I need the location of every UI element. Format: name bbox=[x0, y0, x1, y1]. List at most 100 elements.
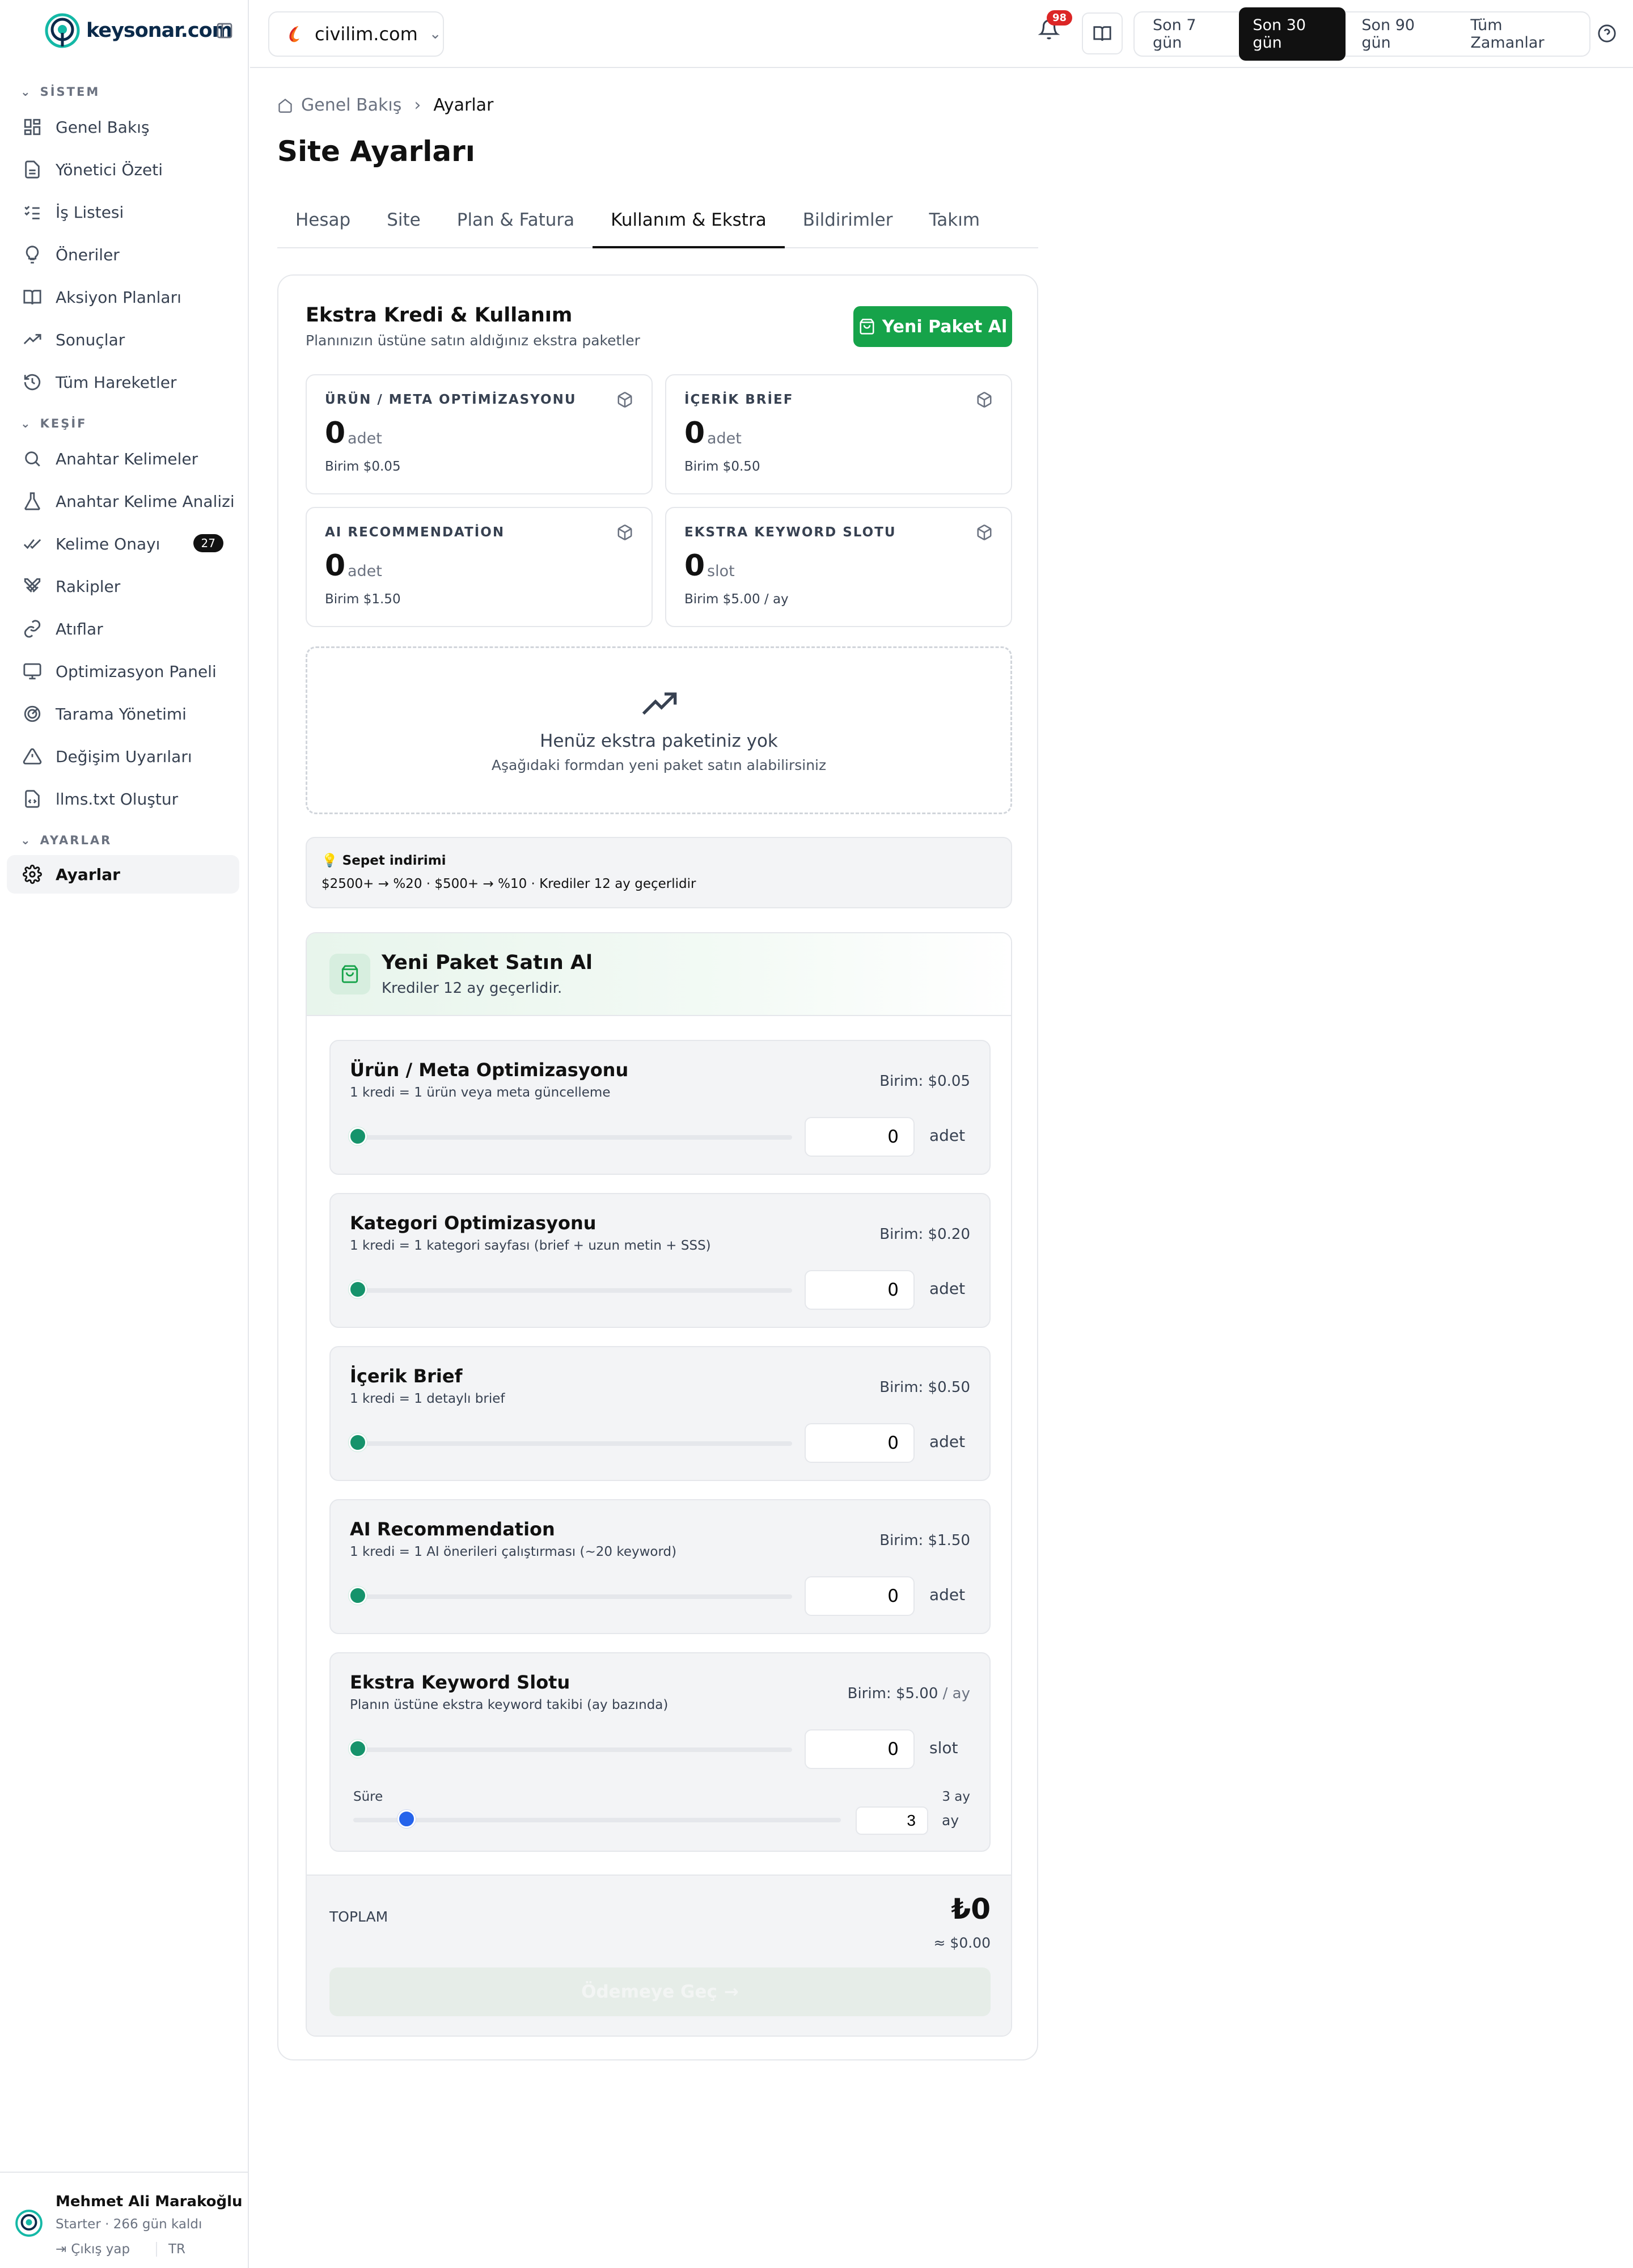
section-settings[interactable]: ⌄ AYARLAR bbox=[20, 833, 112, 847]
tab-notifications[interactable]: Bildirimler bbox=[785, 197, 911, 248]
duration-input[interactable] bbox=[856, 1806, 928, 1835]
arrow-right-icon: → bbox=[724, 1982, 739, 2002]
quantity-input[interactable] bbox=[805, 1576, 915, 1616]
site-name: civilim.com bbox=[315, 23, 418, 45]
range-7-days[interactable]: Son 7 gün bbox=[1139, 7, 1237, 61]
sidebar-item-llms-txt[interactable]: llms.txt Oluştur bbox=[7, 780, 239, 818]
avatar bbox=[15, 2209, 43, 2237]
tab-plan-billing[interactable]: Plan & Fatura bbox=[439, 197, 593, 248]
sonar-logo-icon bbox=[44, 12, 81, 49]
sidebar-item-crawl-management[interactable]: Tarama Yönetimi bbox=[7, 695, 239, 733]
slider-thumb[interactable] bbox=[349, 1127, 367, 1145]
user-panel: Mehmet Ali Marakoğlu Starter · 266 gün k… bbox=[0, 2172, 249, 2268]
chevron-right-icon: › bbox=[414, 95, 421, 115]
buy-item-ai-recommendation: AI Recommendation 1 kredi = 1 AI önerile… bbox=[329, 1499, 991, 1634]
breadcrumb-home[interactable]: Genel Bakış bbox=[301, 95, 401, 115]
duration-slider[interactable] bbox=[353, 1810, 841, 1828]
quantity-input[interactable] bbox=[805, 1270, 915, 1310]
sidebar-item-keywords[interactable]: Anahtar Kelimeler bbox=[7, 439, 239, 478]
tab-usage-extra[interactable]: Kullanım & Ekstra bbox=[593, 197, 785, 248]
quantity-input[interactable] bbox=[805, 1423, 915, 1463]
tab-team[interactable]: Takım bbox=[911, 197, 998, 248]
logout-link[interactable]: ⇥ Çıkış yap bbox=[56, 2242, 130, 2257]
help-icon[interactable] bbox=[1597, 24, 1617, 43]
chevron-down-icon: ⌄ bbox=[20, 417, 32, 430]
sidebar-item-change-alerts[interactable]: Değişim Uyarıları bbox=[7, 737, 239, 776]
sidebar-collapse-icon[interactable] bbox=[215, 22, 234, 40]
quantity-input[interactable] bbox=[805, 1729, 915, 1769]
quantity-slider[interactable] bbox=[349, 1586, 792, 1605]
quantity-slider[interactable] bbox=[349, 1433, 792, 1452]
section-discovery[interactable]: ⌄ KEŞİF bbox=[20, 417, 87, 430]
docs-button[interactable] bbox=[1082, 12, 1123, 54]
section-system[interactable]: ⌄ SİSTEM bbox=[20, 85, 100, 99]
site-selector[interactable]: civilim.com ⌄ bbox=[268, 11, 444, 57]
tab-account[interactable]: Hesap bbox=[277, 197, 369, 248]
range-30-days[interactable]: Son 30 gün bbox=[1239, 7, 1346, 61]
slider-thumb[interactable] bbox=[349, 1280, 367, 1298]
page-title: Site Ayarları bbox=[277, 135, 475, 168]
discount-title: 💡 Sepet indirimi bbox=[321, 853, 446, 868]
package-icon bbox=[616, 391, 633, 408]
sidebar-item-keyword-analysis[interactable]: Anahtar Kelime Analizi bbox=[7, 482, 239, 521]
sidebar-item-results[interactable]: Sonuçlar bbox=[7, 320, 239, 359]
sidebar-item-task-list[interactable]: İş Listesi bbox=[7, 193, 239, 231]
sidebar-item-suggestions[interactable]: Öneriler bbox=[7, 235, 239, 274]
swords-icon bbox=[24, 578, 41, 593]
buy-title: Yeni Paket Satın Al bbox=[382, 951, 593, 974]
sidebar-item-optimization-panel[interactable]: Optimizasyon Paneli bbox=[7, 652, 239, 691]
user-plan: Starter · 266 gün kaldı bbox=[56, 2217, 202, 2232]
sidebar-item-citations[interactable]: Atıflar bbox=[7, 610, 239, 648]
quantity-slider[interactable] bbox=[349, 1280, 792, 1298]
language-switch[interactable]: TR bbox=[156, 2242, 185, 2257]
home-icon bbox=[277, 98, 293, 113]
buy-header: Yeni Paket Satın Al Krediler 12 ay geçer… bbox=[307, 933, 1011, 1016]
sidebar-item-executive-summary[interactable]: Yönetici Özeti bbox=[7, 150, 239, 189]
settings-tabs: Hesap Site Plan & Fatura Kullanım & Ekst… bbox=[277, 197, 1038, 248]
package-icon bbox=[976, 391, 993, 408]
user-name: Mehmet Ali Marakoğlu bbox=[56, 2193, 243, 2210]
range-all-time[interactable]: Tüm Zamanlar bbox=[1457, 7, 1585, 61]
total-try: ₺0 bbox=[951, 1893, 991, 1926]
package-icon bbox=[976, 524, 993, 541]
grid-icon bbox=[24, 119, 41, 136]
quantity-input[interactable] bbox=[805, 1117, 915, 1157]
quantity-slider[interactable] bbox=[349, 1740, 792, 1758]
sidebar-item-settings[interactable]: Ayarlar bbox=[7, 855, 239, 894]
book-open-icon bbox=[1093, 26, 1111, 41]
proceed-to-payment-button[interactable]: Ödemeye Geç → bbox=[329, 1967, 991, 2016]
alert-triangle-icon bbox=[23, 748, 42, 765]
slider-thumb[interactable] bbox=[349, 1433, 367, 1452]
discount-info: 💡 Sepet indirimi $2500+ → %20 · $500+ → … bbox=[306, 837, 1012, 908]
total-section: TOPLAM ₺0 ≈ $0.00 Ödemeye Geç → bbox=[307, 1875, 1011, 2036]
breadcrumb: Genel Bakış › Ayarlar bbox=[277, 95, 493, 115]
brand-name: keysonar.com bbox=[86, 19, 232, 42]
sidebar-item-competitors[interactable]: Rakipler bbox=[7, 567, 239, 606]
slider-thumb[interactable] bbox=[397, 1810, 416, 1828]
duration-label: Süre bbox=[353, 1789, 383, 1804]
slider-thumb[interactable] bbox=[349, 1740, 367, 1758]
trending-up-icon bbox=[23, 334, 41, 345]
tab-site[interactable]: Site bbox=[369, 197, 439, 248]
sidebar-item-action-plans[interactable]: Aksiyon Planları bbox=[7, 278, 239, 316]
stat-content-brief: İÇERİK BRİEF 0 adet Birim $0.50 bbox=[665, 374, 1012, 494]
range-90-days[interactable]: Son 90 gün bbox=[1348, 7, 1454, 61]
search-icon bbox=[25, 451, 40, 467]
approval-count-badge: 27 bbox=[193, 534, 223, 552]
sidebar-item-keyword-approval[interactable]: Kelime Onayı 27 bbox=[7, 524, 239, 563]
radar-icon bbox=[24, 705, 41, 722]
buy-package-panel: Yeni Paket Satın Al Krediler 12 ay geçer… bbox=[306, 932, 1012, 2037]
buy-new-package-button[interactable]: Yeni Paket Al bbox=[853, 306, 1012, 347]
topbar: civilim.com ⌄ 98 Son 7 gün Son 30 gün So… bbox=[250, 0, 1633, 68]
sidebar-item-all-activities[interactable]: Tüm Hareketler bbox=[7, 363, 239, 401]
slider-thumb[interactable] bbox=[349, 1586, 367, 1605]
shopping-bag-icon bbox=[329, 954, 370, 995]
brand-logo[interactable]: keysonar.com bbox=[44, 12, 232, 49]
gear-icon bbox=[23, 865, 42, 884]
monitor-icon bbox=[23, 663, 41, 680]
check-check-icon bbox=[23, 539, 41, 549]
quantity-slider[interactable] bbox=[349, 1127, 792, 1145]
sidebar-item-overview[interactable]: Genel Bakış bbox=[7, 108, 239, 146]
extra-title: Ekstra Kredi & Kullanım bbox=[306, 304, 573, 327]
duration-value: 3 ay bbox=[942, 1789, 970, 1804]
